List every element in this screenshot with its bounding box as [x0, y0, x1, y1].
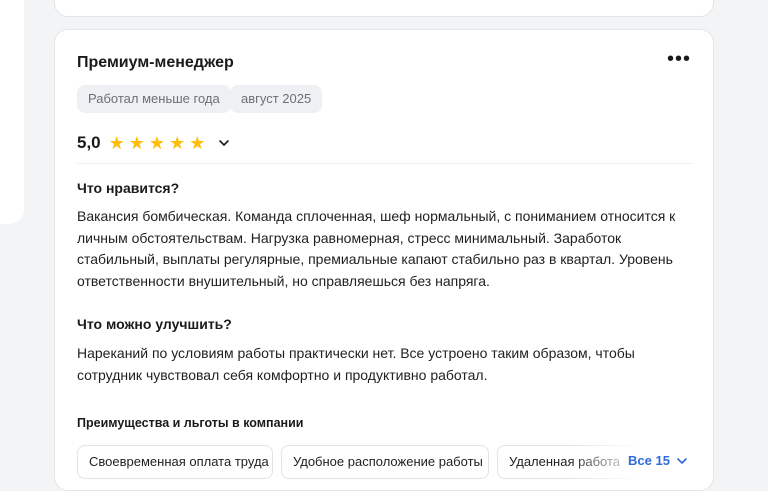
rating-row: 5,0 ★ ★ ★ ★ ★ [77, 132, 231, 154]
more-options-button[interactable]: ••• [667, 49, 691, 72]
tag-duration: Работал меньше года [77, 85, 231, 113]
divider [77, 163, 693, 164]
all-benefits-link[interactable]: Все 15 [626, 453, 689, 468]
left-sidebar-card: 1 9 1 2 [0, 0, 24, 224]
section-heading-likes: Что нравится? [77, 180, 180, 196]
section-text-improve: Нареканий по условиям работы практически… [77, 345, 635, 383]
benefit-chip: Своевременная оплата труда [77, 445, 273, 479]
section-heading-improve: Что можно улучшить? [77, 316, 232, 332]
section-text-likes: Вакансия бомбическая. Команда сплоченная… [77, 208, 676, 290]
chevron-down-icon [677, 457, 687, 464]
rating-value: 5,0 [77, 133, 101, 152]
star-icon: ★ [189, 133, 206, 153]
benefits-heading: Преимущества и льготы в компании [77, 416, 304, 430]
star-icon: ★ [148, 133, 166, 153]
all-benefits-label: Все 15 [628, 453, 670, 468]
review-title: Премиум-менеджер [77, 54, 234, 71]
more-horizontal-icon: ••• [667, 48, 692, 70]
review-card: Премиум-менеджер ••• Работал меньше года… [54, 29, 714, 491]
benefit-chip: Удобное расположение работы [281, 445, 489, 479]
star-icon: ★ [128, 133, 145, 153]
previous-review-card [54, 0, 714, 17]
tag-date: август 2025 [230, 85, 323, 113]
star-icon: ★ [169, 133, 186, 153]
chevron-down-icon[interactable] [217, 136, 231, 150]
star-icon: ★ [108, 133, 125, 153]
